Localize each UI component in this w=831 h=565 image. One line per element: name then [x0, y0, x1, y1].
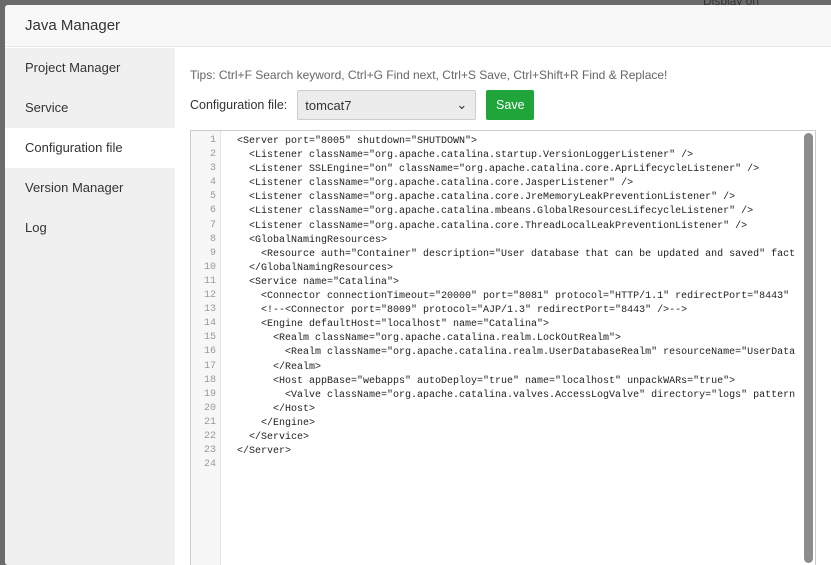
code-editor[interactable]: 1 2 3 4 5 6 7 8 9 10 11 12 13 14 15 16 17 18 19 20 21 22 23 24 …	[190, 130, 816, 565]
code-line: </Service>	[237, 431, 310, 443]
code-line: <Service name="Catalina">	[237, 276, 400, 288]
code-line: <Server port="8005" shutdown="SHUTDOWN">	[237, 136, 478, 147]
code-line: <GlobalNamingResources>	[237, 234, 388, 246]
code-line: <!--<Connector port="8009" protocol="AJP…	[237, 305, 688, 317]
line-number: 2	[209, 149, 216, 161]
main-panel: Tips: Ctrl+F Search keyword, Ctrl+G Find…	[175, 48, 831, 565]
code-line: <Listener className="org.apache.catalina…	[237, 206, 754, 218]
tips-text: Tips: Ctrl+F Search keyword, Ctrl+G Find…	[190, 68, 668, 82]
code-line: </Server>	[237, 446, 292, 458]
line-number-gutter: 1 2 3 4 5 6 7 8 9 10 11 12 13 14 15 16 17 18 19 20 21 22 23 24	[191, 131, 221, 565]
line-number: 7	[209, 219, 216, 231]
line-number: 15	[203, 332, 216, 344]
sidebar-item-configuration-file[interactable]: Configuration file	[5, 128, 175, 168]
sidebar: Project Manager Service Configuration file…	[5, 48, 175, 565]
line-number: 6	[209, 205, 216, 217]
line-number: 16	[203, 346, 216, 358]
line-number: 18	[203, 374, 216, 386]
line-number: 12	[203, 290, 216, 302]
save-button[interactable]: Save	[486, 90, 535, 120]
dialog-title: Java Manager	[5, 5, 831, 47]
code-line: <Listener className="org.apache.catalina…	[237, 192, 736, 204]
code-line: </Host>	[237, 403, 316, 415]
line-number: 10	[203, 261, 216, 273]
line-number: 1	[209, 135, 216, 146]
code-line: <Listener className="org.apache.catalina…	[237, 220, 748, 232]
line-number: 8	[209, 233, 216, 245]
chevron-down-icon: ⌄	[456, 97, 468, 112]
code-line: </Realm>	[237, 361, 322, 373]
line-number: 21	[203, 416, 216, 428]
java-manager-dialog: Java Manager Project Manager Service Confi…	[5, 5, 831, 565]
line-number: 4	[209, 177, 216, 189]
code-line: <Valve className="org.apache.catalina.va…	[237, 389, 796, 401]
code-line: <Realm className="org.apache.catalina.re…	[237, 333, 622, 345]
sidebar-item-service[interactable]: Service	[5, 88, 175, 128]
code-line: <Listener className="org.apache.catalina…	[237, 150, 694, 162]
line-number: 3	[209, 163, 216, 175]
line-number: 19	[203, 388, 216, 400]
code-line: <Listener SSLEngine="on" className="org.…	[237, 164, 760, 176]
line-number: 14	[203, 318, 216, 330]
line-number: 5	[209, 191, 216, 203]
line-number: 20	[203, 402, 216, 414]
code-line: </GlobalNamingResources>	[237, 262, 394, 274]
code-line: <Connector connectionTimeout="20000" por…	[237, 291, 790, 303]
config-file-select[interactable]: tomcat7 ⌄	[297, 90, 477, 120]
line-number: 9	[209, 247, 216, 259]
line-number: 23	[203, 445, 216, 457]
scrollbar[interactable]	[804, 133, 813, 563]
code-content[interactable]: <Server port="8005" shutdown="SHUTDOWN">…	[237, 135, 795, 473]
line-number: 13	[203, 304, 216, 316]
selected-value: tomcat7	[305, 97, 352, 113]
line-number: 17	[203, 360, 216, 372]
code-line: <Host appBase="webapps" autoDeploy="true…	[237, 375, 736, 387]
config-file-label: Configuration file:	[190, 98, 288, 112]
code-line: <Engine defaultHost="localhost" name="Ca…	[237, 319, 550, 331]
code-line: </Engine>	[237, 417, 316, 429]
code-line: <Resource auth="Container" description="…	[237, 248, 796, 260]
line-number: 24	[203, 459, 216, 471]
code-line: <Realm className="org.apache.catalina.re…	[237, 347, 796, 359]
line-number: 22	[203, 430, 216, 442]
sidebar-item-version-manager[interactable]: Version Manager	[5, 168, 175, 208]
sidebar-item-project-manager[interactable]: Project Manager	[5, 48, 175, 88]
line-number: 11	[203, 275, 216, 287]
code-line: <Listener className="org.apache.catalina…	[237, 178, 634, 190]
sidebar-item-log[interactable]: Log	[5, 208, 175, 248]
